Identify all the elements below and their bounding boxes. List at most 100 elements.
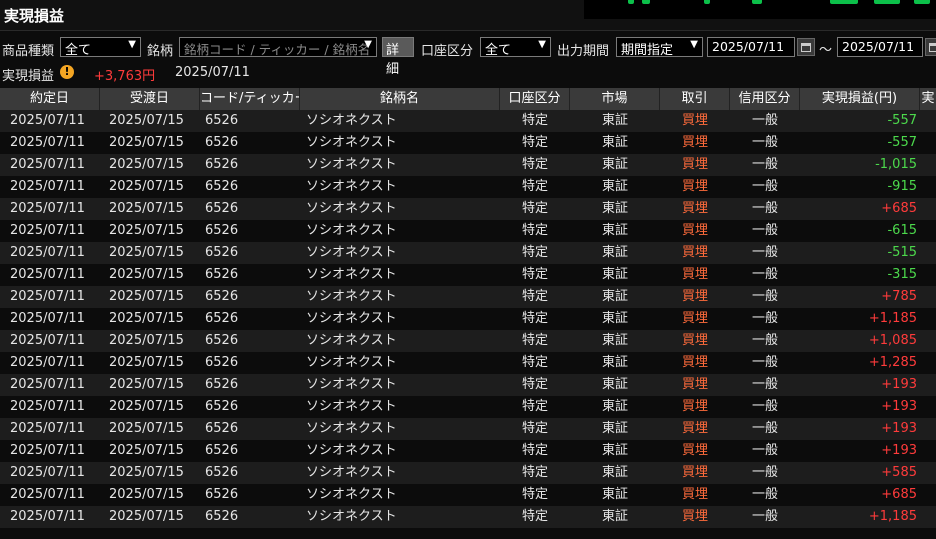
cell-trade-date: 2025/07/11 [10,113,85,128]
header-realized-pl[interactable]: 実現損益(円) [800,88,920,110]
ticker-mark [642,0,650,4]
ticker-mark [830,0,858,4]
cell-name: ソシオネクスト [306,245,397,260]
table-row[interactable]: 2025/07/11 2025/07/15 6526 ソシオネクスト 特定 東証 買埋 一般 +… [0,418,936,440]
cell-margin-type: 一般 [751,421,778,436]
detail-button[interactable]: 詳細 [382,37,414,77]
table-row[interactable]: 2025/07/11 2025/07/15 6526 ソシオネクスト 特定 東証 買埋 一般 -… [0,242,936,264]
cell-market: 東証 [601,289,628,304]
cell-realized-pl: -557 [887,135,917,150]
header-overflow[interactable]: 実 [920,88,936,110]
cell-code: 6526 [205,179,239,194]
table-row[interactable]: 2025/07/11 2025/07/15 6526 ソシオネクスト 特定 東証 買埋 一般 +… [0,308,936,330]
cell-code: 6526 [205,399,239,414]
cell-account: 特定 [521,355,548,370]
summary-value: +3,763円 [94,69,156,84]
header-market[interactable]: 市場 [570,88,660,110]
table-row[interactable]: 2025/07/11 2025/07/15 6526 ソシオネクスト 特定 東証 買埋 一般 +… [0,374,936,396]
cell-margin-type: 一般 [751,311,778,326]
cell-trade-date: 2025/07/11 [10,465,85,480]
cell-trade-date: 2025/07/11 [10,223,85,238]
cell-market: 東証 [601,465,628,480]
cell-trade: 買埋 [681,399,708,414]
cell-market: 東証 [601,223,628,238]
cell-realized-pl: +1,085 [868,333,917,348]
table-row[interactable]: 2025/07/11 2025/07/15 6526 ソシオネクスト 特定 東証 買埋 一般 +… [0,286,936,308]
cell-code: 6526 [205,443,239,458]
cell-realized-pl: +785 [881,289,917,304]
table-row[interactable]: 2025/07/11 2025/07/15 6526 ソシオネクスト 特定 東証 買埋 一般 -… [0,132,936,154]
cell-account: 特定 [521,201,548,216]
date-to-input[interactable]: 2025/07/11 [837,37,923,57]
cell-name: ソシオネクスト [306,157,397,172]
cell-settlement-date: 2025/07/15 [109,333,184,348]
table-row[interactable]: 2025/07/11 2025/07/15 6526 ソシオネクスト 特定 東証 買埋 一般 -… [0,154,936,176]
cell-settlement-date: 2025/07/15 [109,245,184,260]
cell-market: 東証 [601,179,628,194]
header-account[interactable]: 口座区分 [500,88,570,110]
product-type-select[interactable]: 全て ▼ [60,37,141,58]
table-row[interactable]: 2025/07/11 2025/07/15 6526 ソシオネクスト 特定 東証 買埋 一般 +… [0,462,936,484]
cell-trade: 買埋 [681,333,708,348]
cell-settlement-date: 2025/07/15 [109,399,184,414]
account-type-value: 全て [485,43,512,58]
header-margin-type[interactable]: 信用区分 [730,88,800,110]
table-row[interactable]: 2025/07/11 2025/07/15 6526 ソシオネクスト 特定 東証 買埋 一般 -… [0,264,936,286]
date-from-input[interactable]: 2025/07/11 [707,37,795,57]
cell-realized-pl: -515 [887,245,917,260]
cell-name: ソシオネクスト [306,465,397,480]
table-header: 約定日 受渡日 コード/ティッカー 銘柄名 口座区分 市場 取引 信用区分 実現… [0,88,936,110]
table-row[interactable]: 2025/07/11 2025/07/15 6526 ソシオネクスト 特定 東証 買埋 一般 +… [0,352,936,374]
cell-trade-date: 2025/07/11 [10,399,85,414]
table-body: 2025/07/11 2025/07/15 6526 ソシオネクスト 特定 東証 買埋 一般 -… [0,110,936,528]
cell-trade: 買埋 [681,465,708,480]
symbol-dropdown[interactable]: ▼ [179,37,377,57]
cell-settlement-date: 2025/07/15 [109,289,184,304]
cell-trade: 買埋 [681,355,708,370]
cell-name: ソシオネクスト [306,223,397,238]
warning-icon[interactable]: ! [60,65,74,79]
cell-margin-type: 一般 [751,333,778,348]
cell-settlement-date: 2025/07/15 [109,355,184,370]
calendar-icon[interactable] [925,38,936,56]
cell-realized-pl: +1,185 [868,311,917,326]
cell-trade-date: 2025/07/11 [10,333,85,348]
cell-margin-type: 一般 [751,399,778,414]
table-row[interactable]: 2025/07/11 2025/07/15 6526 ソシオネクスト 特定 東証 買埋 一般 +… [0,330,936,352]
table-row[interactable]: 2025/07/11 2025/07/15 6526 ソシオネクスト 特定 東証 買埋 一般 +… [0,440,936,462]
cell-trade: 買埋 [681,443,708,458]
table-row[interactable]: 2025/07/11 2025/07/15 6526 ソシオネクスト 特定 東証 買埋 一般 +… [0,198,936,220]
cell-settlement-date: 2025/07/15 [109,201,184,216]
cell-name: ソシオネクスト [306,179,397,194]
period-select[interactable]: 期間指定 ▼ [616,37,703,58]
cell-trade: 買埋 [681,311,708,326]
table-row[interactable]: 2025/07/11 2025/07/15 6526 ソシオネクスト 特定 東証 買埋 一般 -… [0,220,936,242]
cell-margin-type: 一般 [751,135,778,150]
cell-settlement-date: 2025/07/15 [109,179,184,194]
symbol-label: 銘柄 [147,44,174,59]
header-settlement-date[interactable]: 受渡日 [100,88,200,110]
cell-trade-date: 2025/07/11 [10,245,85,260]
ticker-mark [752,0,762,4]
cell-market: 東証 [601,333,628,348]
table-row[interactable]: 2025/07/11 2025/07/15 6526 ソシオネクスト 特定 東証 買埋 一般 -… [0,110,936,132]
cell-name: ソシオネクスト [306,311,397,326]
cell-market: 東証 [601,509,628,524]
header-name[interactable]: 銘柄名 [300,88,500,110]
calendar-icon[interactable] [797,38,815,56]
cell-trade-date: 2025/07/11 [10,355,85,370]
table-row[interactable]: 2025/07/11 2025/07/15 6526 ソシオネクスト 特定 東証 買埋 一般 +… [0,484,936,506]
cell-market: 東証 [601,377,628,392]
table-row[interactable]: 2025/07/11 2025/07/15 6526 ソシオネクスト 特定 東証 買埋 一般 +… [0,396,936,418]
cell-account: 特定 [521,113,548,128]
account-type-select[interactable]: 全て ▼ [480,37,551,58]
table-row[interactable]: 2025/07/11 2025/07/15 6526 ソシオネクスト 特定 東証 買埋 一般 +… [0,506,936,528]
header-trade-date[interactable]: 約定日 [0,88,100,110]
cell-realized-pl: -1,015 [875,157,917,172]
table-row[interactable]: 2025/07/11 2025/07/15 6526 ソシオネクスト 特定 東証 買埋 一般 -… [0,176,936,198]
cell-trade-date: 2025/07/11 [10,377,85,392]
header-code[interactable]: コード/ティッカー [200,88,300,110]
cell-trade-date: 2025/07/11 [10,289,85,304]
header-trade[interactable]: 取引 [660,88,730,110]
ticker-mark [874,0,900,4]
